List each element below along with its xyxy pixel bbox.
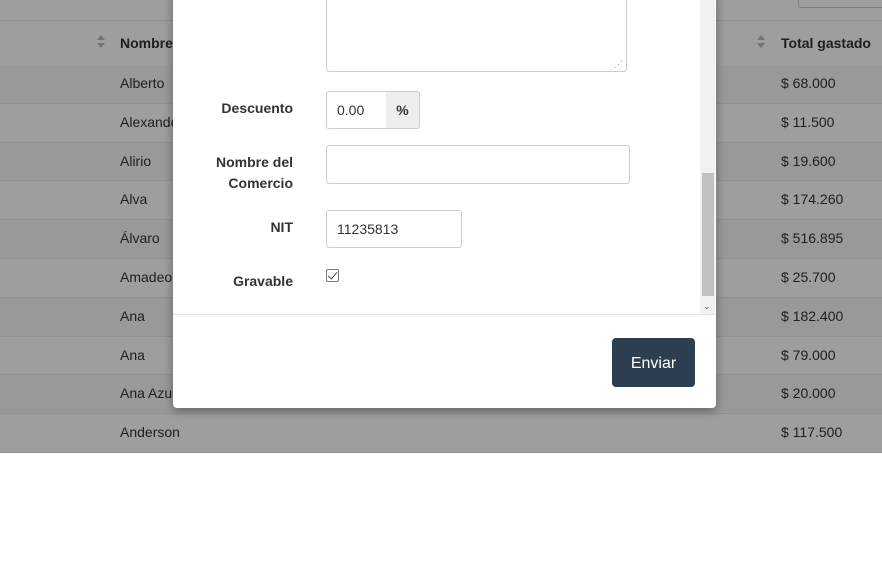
gravable-label: Gravable — [233, 273, 293, 289]
nit-label: NIT — [270, 219, 293, 235]
modal-scrollbar[interactable]: ⌄ — [700, 0, 715, 314]
nombre-comercio-input[interactable] — [326, 145, 630, 184]
gravable-checkbox[interactable] — [326, 269, 339, 282]
descuento-input[interactable]: 0.00 — [326, 91, 387, 129]
nombre-comercio-label-line2: Comercio — [228, 175, 293, 191]
nombre-comercio-label: Nombre del Comercio — [173, 152, 293, 194]
enviar-button[interactable]: Enviar — [612, 338, 695, 387]
descuento-label: Descuento — [221, 100, 293, 116]
nit-input[interactable]: 11235813 — [326, 210, 462, 248]
check-icon — [327, 269, 338, 280]
notes-textarea[interactable]: ⋰ — [326, 0, 627, 72]
percent-addon: % — [386, 91, 420, 129]
client-form-modal: ⋰ Descuento 0.00 % Nombre del Comercio N… — [173, 0, 716, 408]
scrollbar-thumb[interactable] — [702, 173, 714, 296]
resize-handle-icon[interactable]: ⋰ — [614, 60, 623, 69]
modal-footer: Enviar — [173, 314, 716, 408]
scroll-down-arrow-icon[interactable]: ⌄ — [703, 301, 711, 311]
modal-body: ⋰ Descuento 0.00 % Nombre del Comercio N… — [173, 0, 716, 314]
nombre-comercio-label-line1: Nombre del — [215, 154, 293, 170]
